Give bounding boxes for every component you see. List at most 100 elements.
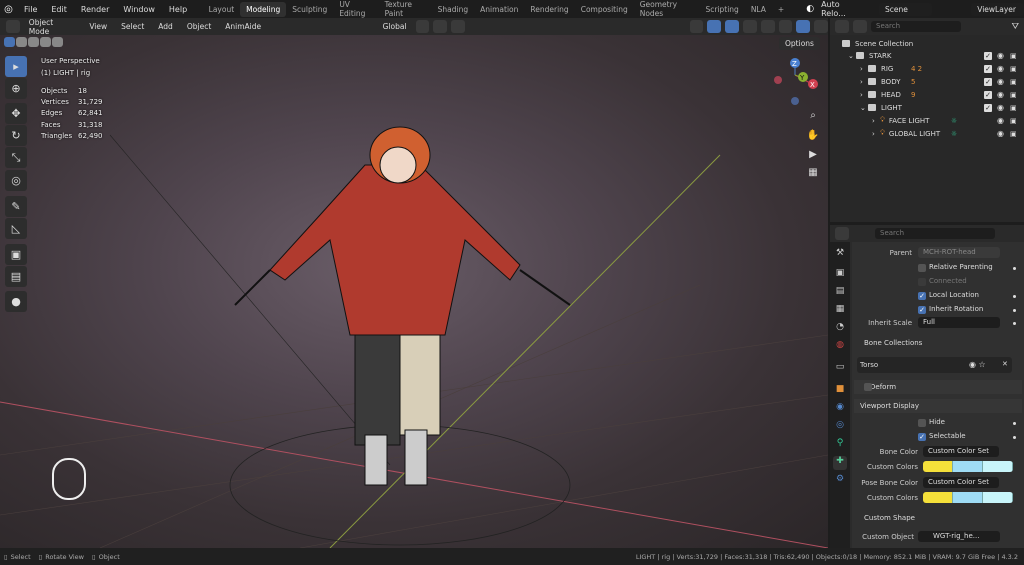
menu-object[interactable]: Object [182, 20, 216, 33]
deform-checkbox[interactable] [864, 383, 872, 391]
remove-icon[interactable]: ✕ [1002, 360, 1008, 368]
tab-compositing[interactable]: Compositing [575, 2, 634, 17]
physics-tab-icon[interactable]: ◎ [833, 420, 847, 434]
outliner-item-face-light[interactable]: › 💡︎ FACE LIGHT ☼ ◉ ▣ [830, 114, 1024, 127]
shading-wireframe-icon[interactable] [760, 20, 775, 33]
tab-shading[interactable]: Shading [432, 2, 474, 17]
menu-edit[interactable]: Edit [44, 5, 74, 14]
pan-hand-icon[interactable]: ✋ [805, 130, 821, 146]
tab-modeling[interactable]: Modeling [240, 1, 287, 17]
select-invert-icon[interactable] [40, 37, 51, 47]
eye-icon[interactable]: ◉ [997, 90, 1004, 99]
display-mode-icon[interactable] [835, 20, 849, 33]
render-icon[interactable]: ▣ [1010, 52, 1017, 60]
cursor-tool-icon[interactable]: ⊕ [5, 78, 27, 99]
add-cube-tool-icon[interactable]: ▣ [5, 244, 27, 265]
selectable-checkbox[interactable]: ✓ [918, 433, 926, 441]
custom-object-field[interactable]: WGT-rig_he... [918, 531, 1000, 542]
view-layer-tab-icon[interactable]: ▦ [833, 304, 847, 318]
keyframe-dot[interactable] [1013, 309, 1016, 312]
collection-tab-icon[interactable]: ▭ [833, 362, 847, 376]
zoom-icon[interactable]: ⌕ [805, 110, 821, 126]
select-extend-icon[interactable] [16, 37, 27, 47]
exclude-checkbox[interactable]: ✓ [984, 103, 992, 112]
menu-animaide[interactable]: AnimAide [220, 20, 266, 33]
tab-rendering[interactable]: Rendering [524, 2, 574, 17]
options-dropdown[interactable]: Options [779, 37, 820, 50]
view-layer-selector[interactable]: ViewLayer [971, 2, 1024, 16]
hide-checkbox[interactable] [918, 419, 926, 427]
eye-icon[interactable]: ◉ [997, 77, 1004, 86]
exclude-checkbox[interactable]: ✓ [984, 51, 992, 60]
inherit-scale-dropdown[interactable]: Full [918, 317, 1000, 328]
properties-search-input[interactable]: Search [875, 228, 995, 239]
viewport-display-panel[interactable]: Viewport Display [854, 399, 1022, 413]
parent-field[interactable]: MCH-ROT-head [918, 247, 1000, 258]
scene-tab-icon[interactable]: ◔ [833, 322, 847, 336]
proportional-edit-icon[interactable] [451, 20, 465, 33]
render-tab-icon[interactable]: ▣ [833, 268, 847, 282]
shading-rendered-icon[interactable] [814, 20, 829, 33]
select-box-tool-icon[interactable]: ▸ [5, 56, 27, 77]
keyframe-dot[interactable] [1013, 422, 1016, 425]
render-icon[interactable]: ▣ [1010, 117, 1017, 125]
render-icon[interactable]: ▣ [1010, 91, 1017, 99]
measure-tool-icon[interactable]: ◺ [5, 218, 27, 239]
shading-solid-icon[interactable] [778, 20, 793, 33]
eye-icon[interactable]: ◉ [997, 64, 1004, 73]
select-subtract-icon[interactable] [28, 37, 39, 47]
tab-scripting[interactable]: Scripting [699, 2, 744, 17]
tab-sculpting[interactable]: Sculpting [286, 2, 333, 17]
render-icon[interactable]: ▣ [1010, 130, 1017, 138]
menu-render[interactable]: Render [74, 5, 116, 14]
keyframe-dot[interactable] [1013, 322, 1016, 325]
rotate-tool-icon[interactable]: ↻ [5, 125, 27, 146]
filter-view-icon[interactable] [853, 20, 867, 33]
bone-constraint-tab-icon[interactable]: ⚙ [833, 474, 847, 488]
render-icon[interactable]: ▣ [1010, 104, 1017, 112]
pose-bone-custom-colors[interactable] [923, 492, 1013, 503]
annotate-tool-icon[interactable]: ✎ [5, 196, 27, 217]
menu-file[interactable]: File [17, 5, 44, 14]
pivot-icon[interactable] [415, 20, 430, 33]
eye-icon[interactable]: ◉ [997, 51, 1004, 60]
bone-collection-item[interactable]: Torso [857, 357, 1012, 373]
snap-icon[interactable] [433, 20, 448, 33]
bone-tab-icon[interactable]: ✚ [833, 456, 847, 470]
menu-add[interactable]: Add [153, 20, 178, 33]
eye-icon[interactable]: ◉ ☆ [969, 360, 986, 369]
bone-collections-subpanel[interactable]: Bone Collections [864, 339, 922, 347]
menu-select[interactable]: Select [116, 20, 149, 33]
bone-color-dropdown[interactable]: Custom Color Set [923, 446, 999, 457]
pose-bone-color-dropdown[interactable]: Custom Color Set [923, 477, 999, 488]
xray-icon[interactable] [743, 20, 757, 33]
exclude-checkbox[interactable]: ✓ [984, 77, 992, 86]
exclude-checkbox[interactable]: ✓ [984, 90, 992, 99]
custom-shape-subpanel[interactable]: Custom Shape [864, 514, 915, 522]
outliner-item-body[interactable]: › BODY 5 ✓ ◉ ▣ [830, 75, 1024, 88]
tool-tab-icon[interactable]: ⚒ [833, 248, 847, 262]
overlay-toggle-icon[interactable] [725, 20, 740, 33]
select-intersect-icon[interactable] [52, 37, 63, 47]
keyframe-dot[interactable] [1013, 295, 1016, 298]
blender-logo-icon[interactable]: ◎ [0, 4, 17, 15]
object-tab-icon[interactable]: ■ [833, 384, 847, 398]
output-tab-icon[interactable]: ▤ [833, 286, 847, 300]
eye-icon[interactable]: ◉ [997, 116, 1004, 125]
tab-nla[interactable]: NLA [745, 2, 772, 17]
eye-icon[interactable]: ◉ [997, 129, 1004, 138]
perspective-grid-icon[interactable]: ▦ [805, 167, 821, 183]
outliner-item-global-light[interactable]: › 💡︎ GLOBAL LIGHT ☼ ◉ ▣ [830, 127, 1024, 140]
scene-selector[interactable]: Scene [879, 2, 932, 16]
keyframe-dot[interactable] [1013, 436, 1016, 439]
armature-data-tab-icon[interactable]: ⚲ [833, 438, 847, 452]
scale-tool-icon[interactable]: ⤡ [5, 147, 27, 168]
world-tab-icon[interactable]: ◍ [833, 340, 847, 354]
render-icon[interactable]: ▣ [1010, 65, 1017, 73]
transform-orientation-dropdown[interactable]: Global [378, 20, 412, 33]
transform-tool-icon[interactable]: ◎ [5, 170, 27, 191]
eye-icon[interactable]: ◉ [997, 103, 1004, 112]
outliner-item-stark[interactable]: ⌄ STARK ✓ ◉ ▣ [830, 49, 1024, 62]
menu-help[interactable]: Help [162, 5, 194, 14]
shading-material-icon[interactable] [796, 20, 811, 33]
